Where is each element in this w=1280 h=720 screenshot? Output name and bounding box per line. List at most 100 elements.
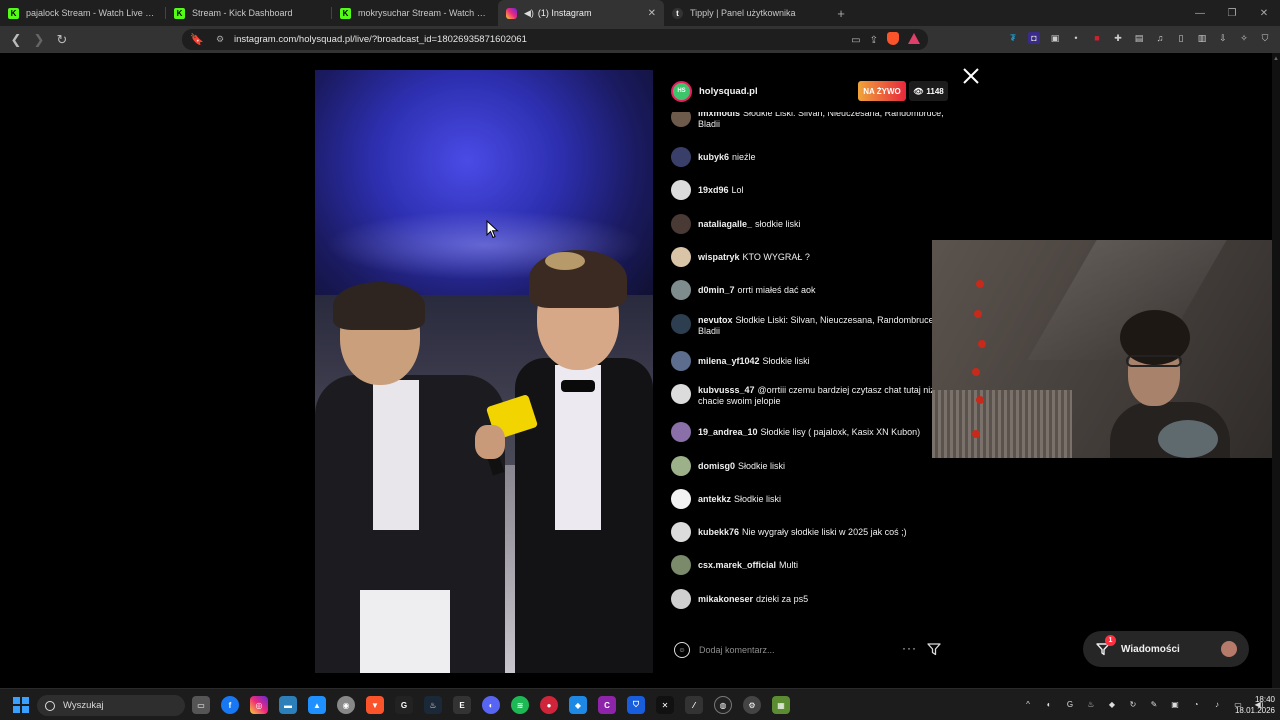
live-video[interactable] [315, 70, 653, 673]
close-icon[interactable] [962, 67, 980, 85]
app-icon[interactable]: G [395, 696, 413, 714]
brave-rewards-icon[interactable] [908, 33, 920, 47]
app-tray-icon[interactable]: G [1064, 698, 1076, 710]
app-icon[interactable]: ⁄ [685, 696, 703, 714]
capcut-icon[interactable]: ✕ [656, 696, 674, 714]
address-bar[interactable]: 🔖 ⚙ instagram.com/holysquad.pl/live/?bro… [182, 29, 928, 50]
commenter-username[interactable]: mikakoneser [698, 594, 753, 604]
speaker-icon[interactable]: ◀) [524, 8, 534, 19]
commenter-avatar[interactable] [671, 147, 691, 167]
commenter-username[interactable]: nevutox [698, 315, 733, 325]
leo-ai-icon[interactable]: ✧ [1238, 32, 1250, 44]
commenter-avatar[interactable] [671, 351, 691, 371]
app-icon[interactable]: C [598, 696, 616, 714]
page-scrollbar[interactable]: ▲ [1272, 53, 1280, 688]
forward-icon[interactable]: ❯ [29, 30, 49, 50]
close-tab-icon[interactable]: ✕ [648, 8, 656, 19]
taskbar-clock[interactable]: 18:40 18.01.2026 [1229, 694, 1275, 716]
obs-icon[interactable]: ◍ [714, 696, 732, 714]
instagram-icon[interactable]: ◎ [250, 696, 268, 714]
app-icon[interactable]: ◆ [569, 696, 587, 714]
browser-tab-active[interactable]: ◀) (1) Instagram ✕ [498, 0, 664, 26]
close-window-icon[interactable]: ✕ [1248, 8, 1280, 19]
app-tray-icon[interactable]: ◆ [1106, 698, 1118, 710]
microphone-icon[interactable]: ♪ [1211, 698, 1223, 710]
commenter-avatar[interactable] [671, 555, 691, 575]
back-icon[interactable]: ❮ [6, 30, 26, 50]
taskbar-search[interactable]: Wyszukaj [37, 695, 185, 716]
commenter-username[interactable]: domisg0 [698, 461, 735, 471]
broadcaster-avatar[interactable]: HS [671, 80, 692, 102]
commenter-username[interactable]: antekkz [698, 494, 731, 504]
comment-input[interactable]: Dodaj komentarz... [699, 645, 775, 655]
new-tab-button[interactable]: + [830, 0, 852, 26]
epic-games-icon[interactable]: E [453, 696, 471, 714]
restore-icon[interactable]: ❐ [1216, 8, 1248, 19]
broadcaster-username[interactable]: holysquad.pl [699, 86, 758, 97]
brave-icon[interactable]: ▼ [366, 696, 384, 714]
comment-list[interactable]: imxmodis Słodkie Liski: Silvan, Nieuczesa… [661, 112, 958, 627]
commenter-avatar[interactable] [671, 589, 691, 609]
commenter-username[interactable]: kubvusss_47 [698, 385, 755, 395]
commenter-username[interactable]: milena_yf1042 [698, 356, 760, 366]
commenter-avatar[interactable] [671, 422, 691, 442]
steam-tray-icon[interactable]: ♨ [1085, 698, 1097, 710]
downloads-icon[interactable]: ⇩ [1217, 32, 1229, 44]
commenter-username[interactable]: d0min_7 [698, 285, 735, 295]
cast-icon[interactable]: ▭ [851, 35, 860, 46]
reload-icon[interactable]: ↻ [52, 30, 72, 50]
commenter-avatar[interactable] [671, 280, 691, 300]
send-gift-icon[interactable] [927, 642, 941, 661]
messages-button[interactable]: 1 Wiadomości [1083, 631, 1249, 667]
extension-icon[interactable]: ◘ [1028, 32, 1040, 44]
app-icon[interactable]: ● [540, 696, 558, 714]
windows-start-icon[interactable] [13, 697, 29, 713]
sidebar-icon[interactable]: ▯ [1175, 32, 1187, 44]
url-text[interactable]: instagram.com/holysquad.pl/live/?broadca… [234, 34, 527, 45]
emoji-icon[interactable]: ☺ [674, 642, 690, 658]
chevron-up-icon[interactable]: ^ [1022, 698, 1034, 710]
site-settings-icon[interactable]: ⚙ [216, 34, 228, 45]
wifi-icon[interactable]: ◔ [1190, 698, 1202, 710]
extension-icon[interactable]: • [1070, 32, 1082, 44]
minimize-icon[interactable]: — [1184, 8, 1216, 19]
app-icon[interactable]: ▬ [279, 696, 297, 714]
commenter-username[interactable]: imxmodis [698, 112, 740, 118]
facebook-icon[interactable]: f [221, 696, 239, 714]
commenter-username[interactable]: kubyk6 [698, 152, 729, 162]
browser-tab[interactable]: t Tipply | Panel użytkownika [664, 0, 830, 26]
extension-icon[interactable]: ■ [1091, 32, 1103, 44]
wallet-icon[interactable]: ▥ [1196, 32, 1208, 44]
steam-icon[interactable]: ♨ [424, 696, 442, 714]
commenter-avatar[interactable] [671, 489, 691, 509]
settings-icon[interactable]: ⚙ [743, 696, 761, 714]
photos-icon[interactable]: ▲ [308, 696, 326, 714]
app-icon[interactable]: ◉ [337, 696, 355, 714]
commenter-username[interactable]: 19_andrea_10 [698, 427, 758, 437]
share-icon[interactable]: ⇪ [870, 35, 878, 46]
sync-icon[interactable]: ↻ [1127, 698, 1139, 710]
commenter-avatar[interactable] [671, 456, 691, 476]
discord-icon[interactable]: ◐ [482, 696, 500, 714]
commenter-avatar[interactable] [671, 247, 691, 267]
brave-shields-icon[interactable] [887, 32, 899, 48]
commenter-username[interactable]: 19xd96 [698, 185, 729, 195]
more-options-icon[interactable]: ··· [902, 641, 917, 655]
commenter-username[interactable]: csx.marek_official [698, 560, 776, 570]
commenter-avatar[interactable] [671, 522, 691, 542]
vpn-icon[interactable]: ⛉ [1259, 32, 1271, 44]
commenter-avatar[interactable] [671, 384, 691, 404]
commenter-avatar[interactable] [671, 314, 691, 334]
commenter-username[interactable]: nataliagalle_ [698, 219, 752, 229]
pen-icon[interactable]: ✎ [1148, 698, 1160, 710]
commenter-username[interactable]: wispatryk [698, 252, 740, 262]
commenter-avatar[interactable] [671, 214, 691, 234]
commenter-avatar[interactable] [671, 112, 691, 127]
minecraft-icon[interactable]: ▦ [772, 696, 790, 714]
puzzle-icon[interactable]: ✚ [1112, 32, 1124, 44]
browser-tab[interactable]: K Stream - Kick Dashboard [166, 0, 332, 26]
commenter-username[interactable]: kubekk76 [698, 527, 739, 537]
extension-icon[interactable]: ₮ [1007, 32, 1019, 44]
music-icon[interactable]: ♫ [1154, 32, 1166, 44]
commenter-avatar[interactable] [671, 180, 691, 200]
